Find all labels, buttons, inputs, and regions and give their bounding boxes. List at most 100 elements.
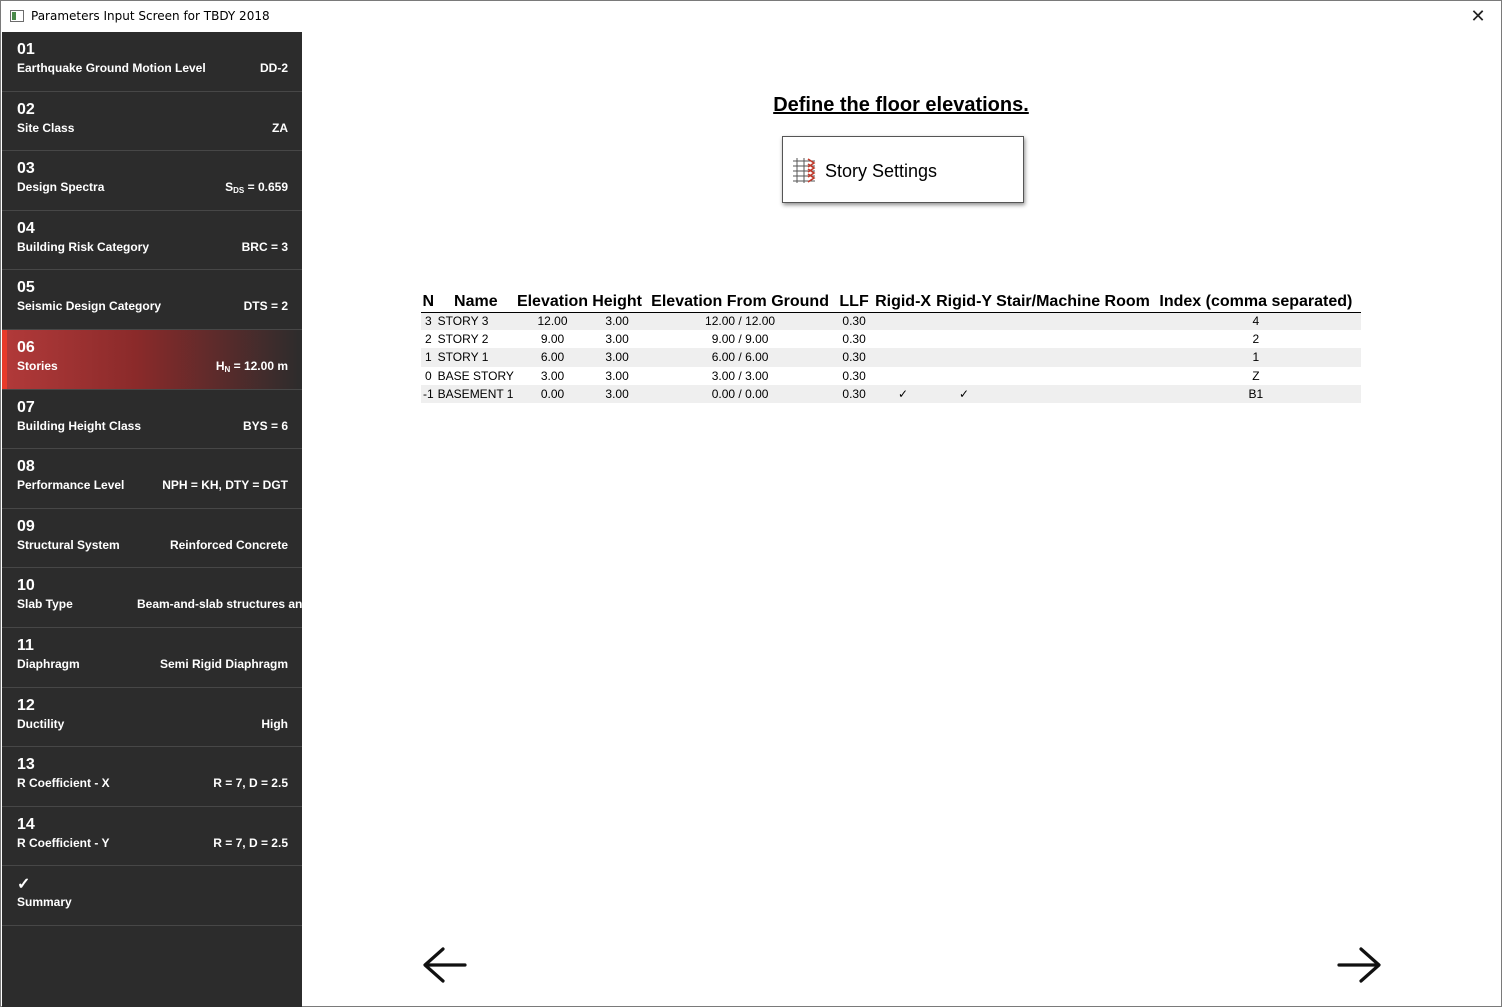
sidebar-item-label: R Coefficient - Y (17, 835, 110, 850)
cell-n: 1 (421, 348, 436, 367)
sidebar-item-number: 10 (17, 577, 35, 595)
value-subscript: DS (233, 186, 245, 196)
sidebar-item-value: Semi Rigid Diaphragm (159, 656, 288, 671)
sidebar-item-label: Slab Type (17, 597, 73, 612)
sidebar-item-value: NPH = KH, DTY = DGT (162, 478, 288, 493)
app-window: Parameters Input Screen for TBDY 2018 ✕ … (0, 0, 1502, 1007)
sidebar-item-14[interactable]: 14 R Coefficient - Y R = 7, D = 2.5 (2, 807, 302, 867)
cell-rigid-y[interactable] (933, 312, 996, 331)
sidebar-item-value: SDS = 0.659 (225, 180, 288, 195)
cell-stair-machine-room[interactable] (995, 312, 1151, 331)
cell-elevation: 9.00 (540, 332, 565, 347)
sidebar-item-label: Stories (17, 358, 58, 373)
cell-elevation-from-ground: 12.00 / 12.00 (645, 312, 836, 331)
step-sidebar: 01 Earthquake Ground Motion Level DD-2 02 Si… (2, 32, 302, 1007)
sidebar-item-value: BRC = 3 (241, 239, 288, 254)
cell-index[interactable]: 2 (1151, 330, 1361, 348)
table-row[interactable]: 2 STORY 2 9.00 3.00 9.00 / 9.00 0.30 2 (421, 330, 1361, 348)
cell-stair-machine-room[interactable] (995, 348, 1151, 367)
cell-rigid-x[interactable] (873, 348, 934, 367)
sidebar-item-label: Building Risk Category (17, 239, 150, 254)
cell-rigid-x[interactable] (873, 312, 934, 331)
app-icon (10, 10, 24, 22)
sidebar-item-08[interactable]: 08 Performance Level NPH = KH, DTY = DGT (2, 449, 302, 509)
sidebar-item-09[interactable]: 09 Structural System Reinforced Concrete (2, 509, 302, 569)
sidebar-item-number: 04 (17, 219, 35, 237)
table-row[interactable]: 3 STORY 3 12.00 3.00 12.00 / 12.00 0.30 4 (421, 312, 1361, 331)
cell-index[interactable]: B1 (1150, 384, 1361, 403)
sidebar-item-value: High (261, 716, 288, 731)
cell-elevation: 6.00 (515, 348, 590, 367)
sidebar-item-number: 03 (17, 160, 35, 178)
cell-index[interactable]: 1 (1150, 348, 1361, 367)
sidebar-item-label: Seismic Design Category (17, 299, 162, 314)
sidebar-item-number: 09 (17, 517, 35, 535)
sidebar-item-label: Ductility (17, 716, 65, 731)
sidebar-item-04[interactable]: 04 Building Risk Category BRC = 3 (2, 211, 302, 271)
sidebar-item-number: 14 (17, 815, 35, 833)
cell-height: 3.00 (605, 368, 629, 383)
cell-n: 0 (424, 368, 432, 383)
column-header-stair-machine-room: Stair/Machine Room (995, 292, 1151, 313)
cell-llf: 0.30 (835, 312, 874, 331)
cell-elevation-from-ground: 3.00 / 3.00 (711, 368, 769, 383)
sidebar-item-06[interactable]: 06 Stories HN = 12.00 m (2, 329, 302, 390)
column-header-elevation-from-ground: Elevation From Ground (645, 292, 836, 313)
cell-llf: 0.30 (842, 332, 866, 347)
value-text: = 12.00 m (230, 358, 288, 373)
cell-height: 3.00 (589, 348, 646, 367)
sidebar-item-number: 05 (17, 279, 35, 297)
sidebar-item-value: Beam-and-slab structures and (137, 597, 302, 612)
cell-llf: 0.30 (835, 384, 874, 403)
sidebar-item-12[interactable]: 12 Ductility High (2, 688, 302, 748)
cell-elevation: 3.00 (540, 368, 565, 383)
sidebar-item-number: 02 (17, 100, 35, 118)
story-settings-label: Story Settings (825, 161, 938, 181)
sidebar-item-label: Summary (17, 895, 72, 910)
sidebar-item-11[interactable]: 11 Diaphragm Semi Rigid Diaphragm (2, 628, 302, 688)
cell-elevation-from-ground: 6.00 / 6.00 (645, 348, 836, 367)
sidebar-item-07[interactable]: 07 Building Height Class BYS = 6 (2, 390, 302, 450)
cell-rigid-y[interactable] (933, 367, 995, 385)
cell-stair-machine-room[interactable] (995, 367, 1151, 385)
cell-rigid-y[interactable] (933, 348, 996, 367)
cell-stair-machine-room[interactable] (995, 384, 1151, 403)
story-settings-icon (793, 158, 816, 183)
table-row[interactable]: 0 BASE STORY 3.00 3.00 3.00 / 3.00 0.30 Z (421, 367, 1361, 385)
sidebar-item-02[interactable]: 02 Site Class ZA (2, 92, 302, 152)
cell-elevation: 0.00 (515, 384, 590, 403)
cell-rigid-y[interactable]: ✓ (933, 384, 996, 403)
cell-index[interactable]: Z (1151, 367, 1361, 385)
table-row[interactable]: -1 BASEMENT 1 0.00 3.00 0.00 / 0.00 0.30 ✓ ✓ B1 (421, 384, 1361, 403)
sidebar-item-value: HN = 12.00 m (216, 359, 288, 374)
sidebar-item-01[interactable]: 01 Earthquake Ground Motion Level DD-2 (2, 32, 302, 92)
cell-rigid-x[interactable] (873, 367, 933, 385)
next-arrow-icon[interactable] (1335, 945, 1383, 985)
cell-name: BASEMENT 1 (435, 384, 516, 403)
column-header-rigid-x: Rigid-X (873, 292, 934, 313)
sidebar-item-10[interactable]: 10 Slab Type Beam-and-slab structures and (2, 568, 302, 628)
cell-elevation: 12.00 (515, 312, 590, 331)
story-settings-button[interactable]: Story Settings (782, 136, 1024, 203)
cell-rigid-y[interactable] (933, 330, 995, 348)
sidebar-item-13[interactable]: 13 R Coefficient - X R = 7, D = 2.5 (2, 747, 302, 807)
page-heading: Define the floor elevations. (773, 94, 1029, 116)
previous-arrow-icon[interactable] (421, 945, 469, 985)
cell-stair-machine-room[interactable] (995, 330, 1151, 348)
sidebar-item-number: 07 (17, 398, 35, 416)
cell-name: STORY 1 (435, 348, 516, 367)
sidebar-item-value: BYS = 6 (242, 418, 288, 433)
sidebar-item-number: 06 (17, 338, 35, 356)
sidebar-item-number: 13 (17, 756, 35, 774)
title-bar: Parameters Input Screen for TBDY 2018 ✕ (1, 1, 1501, 32)
sidebar-item-number: 11 (17, 636, 34, 654)
sidebar-item-summary[interactable]: ✓ Summary (2, 866, 302, 926)
cell-rigid-x[interactable] (873, 330, 933, 348)
close-button[interactable]: ✕ (1455, 1, 1501, 32)
cell-rigid-x[interactable]: ✓ (873, 384, 934, 403)
table-row[interactable]: 1 STORY 1 6.00 3.00 6.00 / 6.00 0.30 1 (421, 348, 1361, 367)
cell-index[interactable]: 4 (1150, 312, 1361, 331)
cell-elevation-from-ground: 0.00 / 0.00 (645, 384, 836, 403)
sidebar-item-05[interactable]: 05 Seismic Design Category DTS = 2 (2, 270, 302, 330)
sidebar-item-03[interactable]: 03 Design Spectra SDS = 0.659 (2, 151, 302, 211)
